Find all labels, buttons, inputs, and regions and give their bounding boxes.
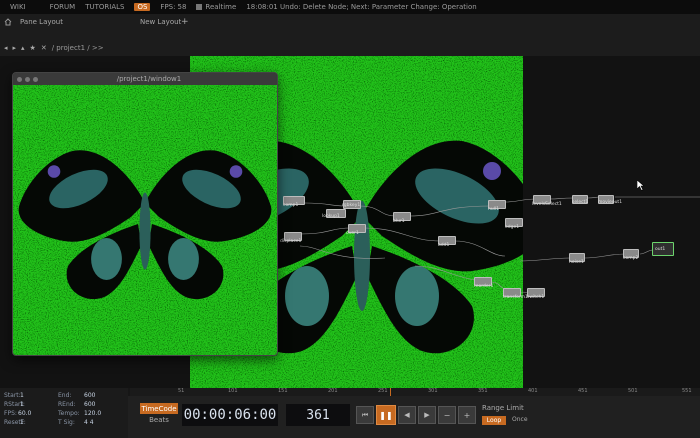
- start-label: Start:: [4, 392, 21, 399]
- tsig-value[interactable]: 4 4: [84, 419, 94, 426]
- top-menu-bar: WIKI FORUM TUTORIALS OS FPS: 58 Realtime…: [0, 0, 700, 14]
- floating-window[interactable]: /project1/window1: [12, 72, 278, 356]
- timeline-info-panel: Start: 1 End: 600 RStart: 1 REnd: 600 FP…: [0, 388, 128, 438]
- node-label-lookup1: lookup1: [322, 214, 340, 219]
- play-forward-button[interactable]: ▶: [418, 406, 436, 424]
- ruler-tick: 551: [682, 388, 692, 394]
- pane-divider: [0, 32, 700, 40]
- back-icon[interactable]: ◂: [4, 44, 8, 52]
- window-titlebar[interactable]: /project1/window1: [13, 73, 277, 85]
- star-icon[interactable]: ★: [30, 44, 36, 52]
- window-title: /project1/window1: [116, 75, 182, 83]
- realtime-checkbox[interactable]: [196, 4, 203, 10]
- add-pane-button[interactable]: +: [181, 17, 189, 27]
- rewind-start-button[interactable]: ⏮: [356, 406, 374, 424]
- network-path-bar: ◂ ▸ ▴ ★ ✕ / project1 / >>: [0, 40, 700, 56]
- pane-layout-bar: Pane Layout New Layout +: [0, 14, 700, 32]
- menu-forum[interactable]: FORUM: [50, 3, 76, 11]
- node-label-blur1: blur1: [393, 219, 405, 224]
- window-close-button[interactable]: [17, 76, 22, 82]
- node-label-displace1: displace1: [280, 239, 302, 244]
- rstart-value[interactable]: 1: [20, 401, 24, 408]
- play-reverse-button[interactable]: ◀: [398, 406, 416, 424]
- node-label-null1: null1: [488, 207, 500, 212]
- end-label: End:: [58, 392, 72, 399]
- node-label-noise1: noise1: [569, 260, 584, 265]
- start-value[interactable]: 1: [20, 392, 24, 399]
- step-back-button[interactable]: −: [438, 406, 456, 424]
- pause-button[interactable]: ❚❚: [376, 405, 396, 425]
- ruler-tick: 201: [328, 388, 338, 394]
- playhead[interactable]: [390, 388, 391, 396]
- node-label-switch1: switch1: [527, 295, 545, 300]
- fps-value: 58: [177, 3, 187, 11]
- timecode-display[interactable]: 00:00:06:00: [182, 404, 278, 426]
- ruler-tick: 251: [378, 388, 388, 394]
- node-label-movieout1: movieout1: [598, 200, 623, 205]
- tsig-label: T Sig:: [58, 419, 75, 426]
- frame-display[interactable]: 361: [286, 404, 350, 426]
- timeline-controls: TimeCode Beats 00:00:06:00 361 ⏮ ❚❚ ◀ ▶ …: [128, 396, 700, 438]
- ruler-tick: 51: [178, 388, 185, 394]
- menu-wiki[interactable]: WIKI: [10, 3, 26, 11]
- rend-label: REnd:: [58, 401, 76, 408]
- fps-info-label: FPS:: [4, 410, 17, 417]
- node-label-select1: select1: [572, 200, 589, 205]
- end-value[interactable]: 600: [84, 392, 95, 399]
- window-minimize-button[interactable]: [25, 76, 30, 82]
- node-label-levelsselect1: levelsSelect1: [532, 202, 562, 207]
- pane-layout-label[interactable]: Pane Layout: [20, 18, 63, 26]
- fps-label: FPS:: [160, 3, 176, 11]
- node-label-out1: out1: [655, 247, 666, 252]
- resetf-value[interactable]: 1: [20, 419, 24, 426]
- loop-toggle[interactable]: Loop: [482, 416, 506, 425]
- node-label-comp1: comp1: [283, 203, 299, 208]
- mouse-cursor-icon: [636, 176, 645, 195]
- node-label-transform1: transform1: [503, 295, 528, 300]
- ruler-tick: 451: [578, 388, 588, 394]
- ruler-tick: 301: [428, 388, 438, 394]
- node-label-reorder1: reorder1: [474, 284, 494, 289]
- ruler-tick: 101: [228, 388, 238, 394]
- ruler-tick: 501: [628, 388, 638, 394]
- rend-value[interactable]: 600: [84, 401, 95, 408]
- realtime-label[interactable]: Realtime: [205, 3, 236, 11]
- step-forward-button[interactable]: +: [458, 406, 476, 424]
- close-icon[interactable]: ✕: [41, 44, 47, 52]
- node-label-rgbkey1: rgbkey1: [342, 203, 361, 208]
- tempo-value[interactable]: 120.0: [84, 410, 101, 417]
- undo-status: 18:08:01 Undo: Delete Node; Next: Parame…: [246, 3, 477, 11]
- node-label-add1: add1: [438, 243, 450, 248]
- new-layout-label[interactable]: New Layout: [140, 18, 181, 26]
- node-label-comp2: comp2: [623, 256, 639, 261]
- home-icon[interactable]: [4, 18, 12, 26]
- ruler-tick: 351: [478, 388, 488, 394]
- node-label-over1: over1: [346, 231, 359, 236]
- range-limit-label: Range Limit: [482, 404, 524, 412]
- menu-tutorials[interactable]: TUTORIALS: [85, 3, 124, 11]
- tempo-label: Tempo:: [58, 410, 80, 417]
- beats-mode-button[interactable]: Beats: [140, 415, 178, 425]
- timecode-mode-button[interactable]: TimeCode: [140, 403, 178, 414]
- once-toggle[interactable]: Once: [512, 416, 528, 423]
- fps-info-value[interactable]: 60.0: [18, 410, 31, 417]
- ruler-tick: 151: [278, 388, 288, 394]
- os-badge[interactable]: OS: [134, 3, 151, 11]
- network-path[interactable]: / project1 / >>: [52, 44, 104, 52]
- forward-icon[interactable]: ▸: [13, 44, 17, 52]
- window-maximize-button[interactable]: [33, 76, 38, 82]
- timeline-ruler[interactable]: 51 101 151 201 251 301 351 401 451 501 5…: [130, 388, 700, 396]
- node-label-edge1: edge1: [505, 225, 520, 230]
- window-output-view: [13, 85, 277, 355]
- up-icon[interactable]: ▴: [21, 44, 25, 52]
- ruler-tick: 401: [528, 388, 538, 394]
